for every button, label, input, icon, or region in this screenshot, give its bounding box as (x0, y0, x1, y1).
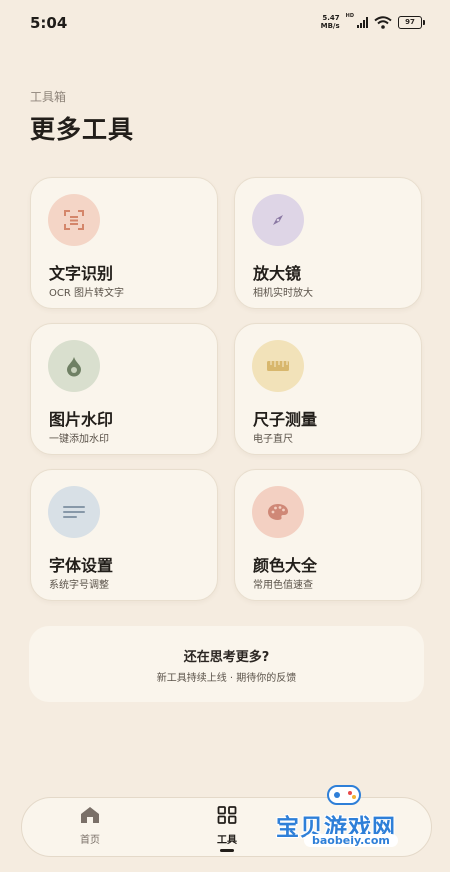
tool-desc: 系统字号调整 (49, 580, 109, 591)
tool-desc: 常用色值速查 (253, 580, 313, 591)
nav-item-tools[interactable]: 工具 (187, 806, 267, 852)
gamepad-icon (327, 785, 361, 805)
hd-badge: HD (345, 13, 354, 19)
text-scan-icon (64, 210, 84, 230)
tool-icon-bg (252, 194, 304, 246)
nav-active-indicator (220, 849, 234, 852)
nav-label: 工具 (217, 835, 237, 846)
tool-card-ocr[interactable]: 文字识别 OCR 图片转文字 (30, 177, 218, 309)
palette-icon (268, 504, 288, 520)
tool-card-font[interactable]: 字体设置 系统字号调整 (30, 469, 218, 601)
page-subtitle: 工具箱 (30, 90, 67, 104)
tool-card-color[interactable]: 颜色大全 常用色值速查 (234, 469, 422, 601)
tool-title: 图片水印 (49, 410, 114, 429)
tool-card-ruler[interactable]: 尺子测量 电子直尺 (234, 323, 422, 455)
status-time: 5:04 (30, 14, 68, 32)
tool-title: 尺子测量 (253, 410, 318, 429)
home-icon (81, 807, 99, 823)
tool-title: 字体设置 (49, 556, 114, 575)
tool-icon-bg (48, 194, 100, 246)
tool-desc: OCR 图片转文字 (49, 288, 124, 299)
feedback-card[interactable]: 还在思考更多? 新工具持续上线 · 期待你的反馈 (29, 626, 424, 702)
feedback-desc: 新工具持续上线 · 期待你的反馈 (156, 673, 297, 684)
tool-title: 放大镜 (253, 264, 302, 283)
compass-icon (273, 215, 283, 225)
tool-desc: 相机实时放大 (253, 288, 313, 299)
text-lines-icon (63, 506, 85, 518)
page-title: 更多工具 (30, 115, 135, 144)
ruler-icon (267, 361, 289, 371)
tool-icon-bg (252, 340, 304, 392)
tool-desc: 电子直尺 (253, 434, 293, 445)
network-speed: 5.47 MB/s (320, 14, 340, 30)
nav-item-home[interactable]: 首页 (50, 806, 130, 846)
tool-icon-bg (48, 340, 100, 392)
watermark-url: baobeiy.com (304, 834, 398, 847)
tool-card-watermark[interactable]: 图片水印 一键添加水印 (30, 323, 218, 455)
tool-icon-bg (48, 486, 100, 538)
tool-desc: 一键添加水印 (49, 434, 109, 445)
status-icons: 5.47 MB/s HD 97 (320, 13, 425, 30)
nav-label: 首页 (80, 835, 100, 846)
tool-title: 文字识别 (49, 264, 114, 283)
watermark-logo: 宝贝游戏网 baobeiy.com (276, 780, 446, 860)
wifi-icon (374, 15, 392, 29)
feedback-title: 还在思考更多? (183, 650, 270, 665)
water-drop-icon (67, 357, 81, 377)
grid-icon (217, 806, 237, 824)
signal-icon (357, 16, 368, 28)
tool-title: 颜色大全 (253, 556, 318, 575)
status-bar: 5:04 5.47 MB/s HD 97 (0, 0, 450, 44)
tool-icon-bg (252, 486, 304, 538)
tool-card-magnifier[interactable]: 放大镜 相机实时放大 (234, 177, 422, 309)
battery-icon: 97 (398, 15, 425, 29)
